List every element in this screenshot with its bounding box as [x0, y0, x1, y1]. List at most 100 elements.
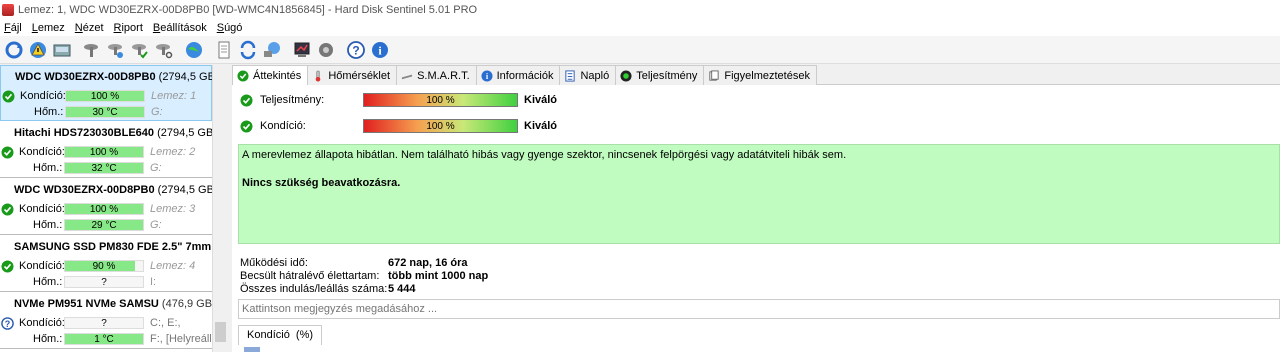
- temp-value: 1 °C: [94, 334, 114, 345]
- stat-row: Becsült hátralévő élettartam: több mint 1…: [240, 269, 740, 282]
- status-description: A merevlemez állapota hibátlan. Nem talá…: [238, 144, 1280, 244]
- menu-report[interactable]: Riport: [110, 22, 149, 34]
- temp-bar: 32 °C: [64, 162, 144, 174]
- disk-name: Hitachi HDS723030BLE640: [14, 127, 155, 139]
- disk-name: NVMe PM951 NVMe SAMSU: [14, 298, 159, 310]
- note-input[interactable]: [238, 299, 1280, 319]
- drive-letters: G:: [150, 162, 162, 174]
- temp-bar: 1 °C: [64, 333, 144, 345]
- drive-letters: I:: [150, 276, 157, 288]
- disk-size: (2794,5 GB): [154, 127, 217, 139]
- menu-settings[interactable]: Beállítások: [149, 22, 213, 34]
- disk-item-3[interactable]: WDC WD30EZRX-00D8PB0 (2794,5 GB) Kondíci…: [0, 179, 218, 235]
- disk-item-4[interactable]: SAMSUNG SSD PM830 FDE 2.5" 7mm 256G Kond…: [0, 236, 227, 292]
- stat-row: Összes indulás/leállás száma: 5 444: [240, 282, 740, 295]
- tab-performance[interactable]: Teljesítmény: [615, 65, 705, 85]
- disk-condition-row: Kondíció: 100 % Lemez: 1: [1, 89, 213, 103]
- disk-settings-icon[interactable]: [152, 38, 176, 62]
- temp-bar: 30 °C: [65, 106, 145, 118]
- disk-item-2[interactable]: Hitachi HDS723030BLE640 (2794,5 GB) Kond…: [0, 122, 217, 178]
- ok-check-icon: [1, 260, 14, 272]
- disk-condition-row: Kondíció: 100 % Lemez: 2: [0, 145, 212, 159]
- stat-key: Becsült hátralévő élettartam:: [240, 269, 380, 282]
- tab-label: Hőmérséklet: [328, 69, 391, 82]
- disk-number: Lemez: 2: [150, 146, 196, 158]
- check-icon: [237, 70, 249, 82]
- tab-bar: Áttekintés Hőmérséklet S.M.A.R.T. i Info…: [232, 65, 1280, 86]
- menu-bar: Fájl Lemez Nézet Riport Beállítások Súgó: [0, 19, 1280, 36]
- menu-help[interactable]: Súgó: [213, 22, 249, 34]
- disk-size: (2794,5 GB): [155, 71, 219, 83]
- tab-label: Teljesítmény: [636, 69, 698, 82]
- drive-letters-2: F:, [Helyreállít: [150, 333, 218, 345]
- speaker-icon[interactable]: [314, 38, 338, 62]
- tab-smart[interactable]: S.M.A.R.T.: [396, 65, 477, 85]
- condition-value: 100 %: [426, 121, 455, 132]
- tab-log[interactable]: Napló: [559, 65, 617, 85]
- svg-text:?: ?: [5, 319, 11, 329]
- tab-temperature[interactable]: Hőmérséklet: [307, 65, 398, 85]
- globe-icon[interactable]: [182, 38, 206, 62]
- condition-label: Kondíció:: [19, 317, 65, 329]
- disk-info-icon[interactable]: [50, 38, 74, 62]
- condition-verdict: Kiváló: [524, 120, 558, 132]
- tab-label: Figyelmeztetések: [724, 69, 810, 82]
- disk-stats: Működési idő: 672 nap, 16 óra Becsült hát…: [240, 256, 740, 295]
- scrollbar-thumb[interactable]: [215, 322, 226, 342]
- tab-label: S.M.A.R.T.: [417, 69, 470, 82]
- disk-name: SAMSUNG SSD PM830 FDE 2.5" 7mm 256G: [14, 241, 228, 253]
- condition-bar: 100 %: [65, 90, 145, 102]
- condition-label: Kondíció:: [19, 146, 65, 158]
- disk-tool-icon[interactable]: [80, 38, 104, 62]
- condition-label: Kondíció:: [19, 203, 65, 215]
- drive-letters: G:: [151, 106, 163, 118]
- condition-value: ?: [101, 318, 107, 329]
- performance-label: Teljesítmény:: [260, 94, 325, 106]
- document-icon[interactable]: [212, 38, 236, 62]
- info-icon[interactable]: i: [368, 38, 392, 62]
- disk-check-icon[interactable]: [128, 38, 152, 62]
- alerts-icon: [709, 69, 719, 81]
- disk-list-scrollbar[interactable]: [212, 65, 228, 352]
- status-text: A merevlemez állapota hibátlan. Nem talá…: [242, 149, 847, 161]
- info-icon: i: [481, 69, 493, 82]
- refresh-icon[interactable]: [2, 38, 26, 62]
- log-icon: [565, 69, 576, 82]
- tab-overview[interactable]: Áttekintés: [232, 65, 309, 86]
- tab-alerts[interactable]: Figyelmeztetések: [703, 65, 817, 85]
- thermometer-icon: [316, 70, 321, 82]
- condition-label: Kondíció:: [260, 120, 306, 132]
- subtab-condition-percent[interactable]: Kondíció (%): [238, 325, 323, 345]
- disk-condition-row: ? Kondíció: ? C:, E:,: [0, 316, 212, 330]
- report-icon[interactable]: [290, 38, 314, 62]
- temp-bar: 29 °C: [64, 219, 144, 231]
- disk-condition-row: Kondíció: 100 % Lemez: 3: [0, 202, 212, 216]
- temp-bar: ?: [64, 276, 144, 288]
- performance-gauge: 100 %: [363, 93, 518, 107]
- menu-view[interactable]: Nézet: [71, 22, 110, 34]
- overview-panel: Teljesítmény: 100 % Kiváló Kondíció: 100…: [232, 85, 1280, 352]
- tab-information[interactable]: i Információk: [475, 65, 561, 85]
- disk-size: (2794,5 GB): [154, 184, 218, 196]
- temp-value: 29 °C: [91, 220, 117, 231]
- stat-row: Működési idő: 672 nap, 16 óra: [240, 256, 740, 269]
- disk-condition-row: Kondíció: 90 % Lemez: 4: [0, 259, 212, 273]
- temp-value: 30 °C: [92, 107, 118, 118]
- help-icon[interactable]: ?: [344, 38, 368, 62]
- ok-check-icon: [240, 120, 253, 132]
- network-icon[interactable]: [260, 38, 284, 62]
- title-bar: Lemez: 1, WDC WD30EZRX-00D8PB0 [WD-WMC4N…: [0, 0, 1280, 19]
- stat-value: 672 nap, 16 óra: [388, 256, 468, 269]
- menu-file[interactable]: Fájl: [0, 22, 28, 34]
- disk-number: Lemez: 1: [151, 90, 197, 102]
- disk-test-icon[interactable]: [104, 38, 128, 62]
- sync-icon[interactable]: [236, 38, 260, 62]
- disk-item-1[interactable]: WDC WD30EZRX-00D8PB0 (2794,5 GB) Kondíci…: [0, 65, 219, 121]
- disk-item-5[interactable]: NVMe PM951 NVMe SAMSU (476,9 GB) Le ? Ko…: [0, 293, 227, 349]
- menu-disk[interactable]: Lemez: [28, 22, 71, 34]
- condition-bar: 100 %: [64, 203, 144, 215]
- drive-letters: G:: [150, 219, 162, 231]
- disk-name: WDC WD30EZRX-00D8PB0: [15, 71, 156, 83]
- warning-refresh-icon[interactable]: [26, 38, 50, 62]
- ok-check-icon: [240, 94, 253, 106]
